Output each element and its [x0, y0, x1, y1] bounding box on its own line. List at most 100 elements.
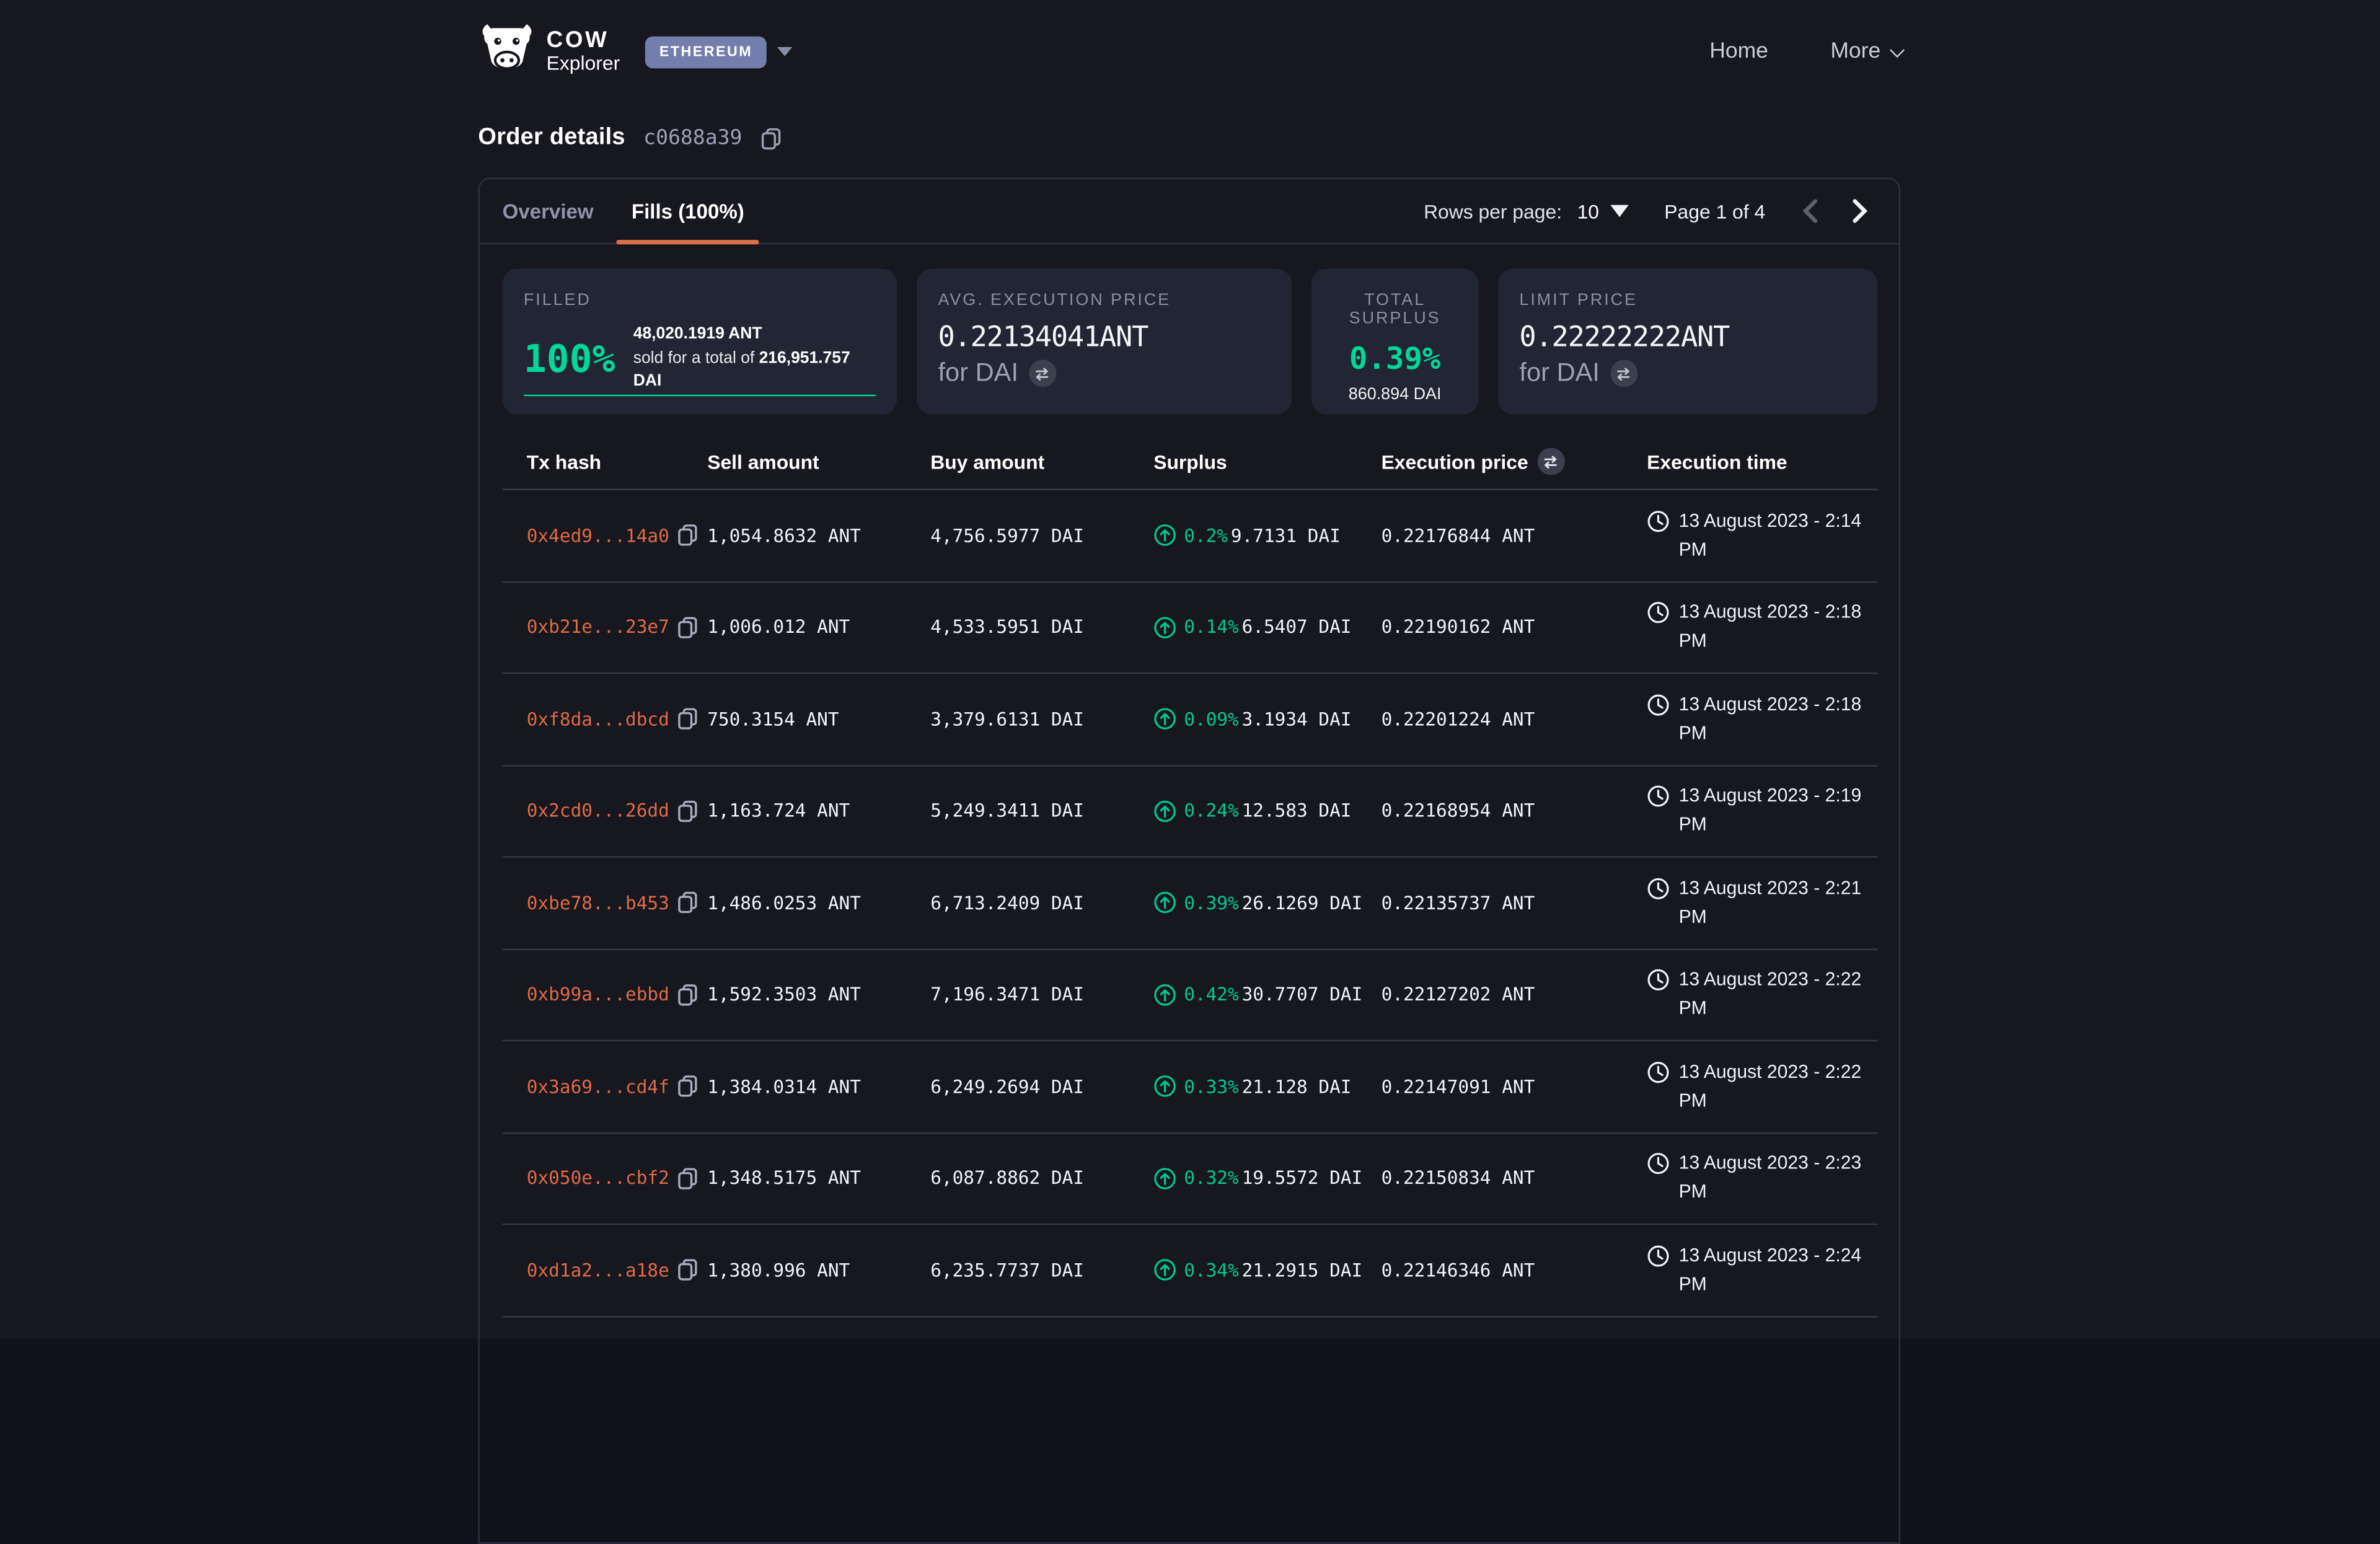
buy-amount-cell: 3,379.6131 DAI — [930, 708, 1153, 730]
clock-icon — [1647, 785, 1670, 808]
col-sell-amount: Sell amount — [707, 450, 930, 473]
surplus-amount: 21.2915 DAI — [1242, 1259, 1363, 1281]
tx-hash-link[interactable]: 0x3a69...cd4f — [527, 1076, 669, 1097]
tx-hash-link[interactable]: 0x4ed9...14a0 — [527, 525, 669, 546]
execution-time-cell: 13 August 2023 - 2:18 PM — [1647, 598, 1877, 656]
surplus-up-icon — [1153, 616, 1176, 639]
tx-hash-link[interactable]: 0x050e...cbf2 — [527, 1168, 669, 1189]
nav-more[interactable]: More — [1830, 40, 1900, 64]
tx-hash-link[interactable]: 0x2cd0...26dd — [527, 800, 669, 821]
copy-tx-hash-button[interactable] — [677, 1259, 698, 1282]
copy-tx-hash-button[interactable] — [677, 1167, 698, 1190]
execution-time-text: 13 August 2023 - 2:23 PM — [1679, 1149, 1872, 1207]
tx-hash-cell: 0xbe78...b453 — [503, 891, 708, 914]
execution-time-cell: 13 August 2023 - 2:22 PM — [1647, 966, 1877, 1023]
clock-icon — [1647, 1244, 1670, 1267]
surplus-cell: 0.32% 19.5572 DAI — [1153, 1167, 1381, 1190]
chevron-right-icon — [1852, 199, 1869, 223]
clock-icon — [1647, 1152, 1670, 1175]
next-page-button[interactable] — [1843, 199, 1877, 223]
execution-time-cell: 13 August 2023 - 2:14 PM — [1647, 506, 1877, 564]
rows-per-page-value[interactable]: 10 — [1577, 200, 1599, 223]
surplus-cell: 0.09% 3.1934 DAI — [1153, 708, 1381, 731]
sell-amount-cell: 1,054.8632 ANT — [707, 525, 930, 546]
buy-amount-cell: 6,087.8862 DAI — [930, 1168, 1153, 1189]
avg-execution-price-value: 0.22134041ANT — [938, 322, 1270, 353]
main-nav: Home More — [1709, 40, 1900, 64]
network-dropdown-icon[interactable] — [777, 47, 791, 56]
tx-hash-cell: 0x3a69...cd4f — [503, 1075, 708, 1098]
filled-amount: 48,020.1919 ANT — [633, 325, 762, 343]
swap-price-units-button[interactable] — [1029, 360, 1056, 387]
buy-amount-cell: 6,249.2694 DAI — [930, 1076, 1153, 1097]
surplus-up-icon — [1153, 800, 1176, 823]
toggle-price-unit-button[interactable] — [1537, 448, 1564, 475]
surplus-up-icon — [1153, 891, 1176, 914]
clock-icon — [1647, 1061, 1670, 1083]
table-row: 0xb21e...23e7 1,006.012 ANT 4,533.5951 D… — [503, 582, 1878, 674]
buy-amount-cell: 6,235.7737 DAI — [930, 1259, 1153, 1281]
tx-hash-link[interactable]: 0xb99a...ebbd — [527, 984, 669, 1005]
copy-tx-hash-button[interactable] — [677, 616, 698, 639]
summary-cards: FILLED 100% 48,020.1919 ANT sold for a t… — [480, 244, 1899, 414]
copy-icon — [677, 1259, 698, 1282]
tx-hash-link[interactable]: 0xf8da...dbcd — [527, 708, 669, 730]
tx-hash-link[interactable]: 0xd1a2...a18e — [527, 1259, 669, 1281]
prev-page-button[interactable] — [1792, 199, 1827, 223]
total-surplus-percent: 0.39% — [1349, 340, 1440, 377]
order-id: c0688a39 — [643, 126, 742, 150]
execution-time-text: 13 August 2023 - 2:22 PM — [1679, 1057, 1872, 1115]
tx-hash-cell: 0xf8da...dbcd — [503, 708, 708, 731]
nav-home[interactable]: Home — [1709, 40, 1768, 64]
total-surplus-card: TOTAL SURPLUS 0.39% 860.894 DAI — [1311, 268, 1478, 414]
cow-explorer-logo[interactable]: COW Explorer — [478, 23, 620, 81]
execution-time-text: 13 August 2023 - 2:22 PM — [1679, 966, 1872, 1023]
col-surplus: Surplus — [1153, 450, 1381, 473]
execution-time-text: 13 August 2023 - 2:21 PM — [1679, 874, 1872, 932]
copy-tx-hash-button[interactable] — [677, 524, 698, 547]
table-row: 0xbe78...b453 1,486.0253 ANT 6,713.2409 … — [503, 858, 1878, 950]
execution-price-cell: 0.22127202 ANT — [1382, 984, 1647, 1005]
tab-overview[interactable]: Overview — [503, 179, 594, 243]
execution-price-cell: 0.22176844 ANT — [1382, 525, 1647, 546]
copy-order-id-button[interactable] — [760, 126, 782, 149]
tab-bar: Overview Fills (100%) Rows per page: 10 … — [480, 179, 1899, 244]
execution-time-text: 13 August 2023 - 2:24 PM — [1679, 1242, 1872, 1299]
tx-hash-link[interactable]: 0xb21e...23e7 — [527, 617, 669, 638]
execution-time-text: 13 August 2023 - 2:19 PM — [1679, 782, 1872, 840]
copy-icon — [677, 1075, 698, 1098]
copy-tx-hash-button[interactable] — [677, 708, 698, 731]
table-row: 0xf8da...dbcd 750.3154 ANT 3,379.6131 DA… — [503, 674, 1878, 765]
surplus-percent: 0.42% — [1184, 984, 1238, 1005]
sell-amount-cell: 1,486.0253 ANT — [707, 892, 930, 913]
copy-icon — [677, 1167, 698, 1190]
execution-price-cell: 0.22135737 ANT — [1382, 892, 1647, 913]
copy-icon — [677, 800, 698, 823]
copy-tx-hash-button[interactable] — [677, 983, 698, 1006]
swap-limit-price-units-button[interactable] — [1610, 360, 1637, 387]
rows-per-page-select[interactable]: 10 — [1577, 200, 1628, 223]
filled-card: FILLED 100% 48,020.1919 ANT sold for a t… — [503, 268, 897, 414]
copy-tx-hash-button[interactable] — [677, 800, 698, 823]
clock-icon — [1647, 969, 1670, 992]
limit-price-value: 0.22222222ANT — [1519, 322, 1856, 353]
copy-tx-hash-button[interactable] — [677, 891, 698, 914]
surplus-amount: 21.128 DAI — [1242, 1076, 1352, 1097]
table-controls: Rows per page: 10 Page 1 of 4 — [1424, 179, 1877, 243]
surplus-percent: 0.24% — [1184, 800, 1238, 821]
execution-time-text: 13 August 2023 - 2:18 PM — [1679, 598, 1872, 656]
network-selector[interactable]: ETHEREUM — [646, 36, 792, 68]
swap-arrows-icon — [1616, 365, 1633, 382]
tx-hash-link[interactable]: 0xbe78...b453 — [527, 892, 669, 913]
surplus-amount: 3.1934 DAI — [1242, 708, 1352, 730]
copy-tx-hash-button[interactable] — [677, 1075, 698, 1098]
rows-per-page-label: Rows per page: — [1424, 200, 1562, 223]
tab-fills[interactable]: Fills (100%) — [616, 179, 759, 243]
surplus-cell: 0.34% 21.2915 DAI — [1153, 1259, 1381, 1282]
sell-amount-cell: 1,163.724 ANT — [707, 800, 930, 821]
copy-icon — [677, 983, 698, 1006]
network-badge[interactable]: ETHEREUM — [646, 36, 766, 68]
tx-hash-cell: 0xb21e...23e7 — [503, 616, 708, 639]
surplus-up-icon — [1153, 1167, 1176, 1190]
table-row: 0x050e...cbf2 1,348.5175 ANT 6,087.8862 … — [503, 1133, 1878, 1225]
